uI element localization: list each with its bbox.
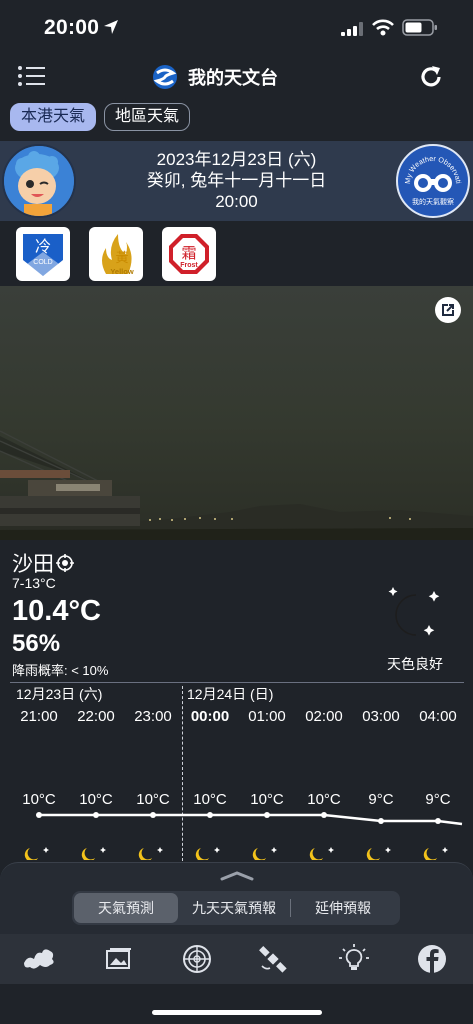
temperature-point bbox=[93, 812, 99, 818]
mascot-avatar[interactable] bbox=[2, 144, 76, 218]
menu-list-icon[interactable] bbox=[17, 64, 47, 88]
hour-moon-icon bbox=[423, 847, 448, 860]
hour-label: 04:00 bbox=[419, 708, 457, 725]
tab-hk-weather[interactable]: 本港天氣 bbox=[10, 103, 97, 131]
temperature-point bbox=[378, 818, 384, 824]
warning-signals: 冷 COLD 黃 Yellow 霜 Frost bbox=[16, 227, 216, 281]
tab-weather-forecast[interactable]: 天氣預測 bbox=[74, 893, 178, 923]
images-icon[interactable] bbox=[102, 942, 136, 976]
hour-label: 22:00 bbox=[77, 708, 115, 725]
radar-icon[interactable] bbox=[180, 942, 214, 976]
hour-label: 00:00 bbox=[190, 708, 230, 725]
frost-warning-icon[interactable]: 霜 Frost bbox=[162, 227, 216, 281]
hourly-divider bbox=[10, 682, 464, 683]
share-icon bbox=[442, 304, 454, 316]
top-bar: 我的天文台 bbox=[0, 56, 473, 98]
app-title: 我的天文台 bbox=[188, 68, 278, 88]
app-title-group: 我的天文台 bbox=[152, 62, 278, 92]
weather-camera-image[interactable] bbox=[0, 286, 473, 540]
temperature-point bbox=[36, 812, 42, 818]
forecast-sheet[interactable]: 天氣預測 九天天氣預報 延伸預報 bbox=[0, 862, 473, 934]
tab-nine-day-forecast[interactable]: 九天天氣預報 bbox=[178, 893, 290, 923]
battery-icon bbox=[402, 19, 437, 36]
chevron-up-icon[interactable] bbox=[220, 871, 254, 881]
midnight-line bbox=[182, 686, 183, 861]
harbour-scene bbox=[0, 430, 473, 540]
bottom-navigation bbox=[0, 934, 473, 984]
hko-logo-icon bbox=[153, 65, 177, 89]
svg-text:Yellow: Yellow bbox=[110, 267, 134, 276]
day-label-today: 12月23日 (六) bbox=[16, 686, 103, 702]
temperature-point bbox=[321, 812, 327, 818]
refresh-icon[interactable] bbox=[417, 63, 445, 91]
temperature-point bbox=[435, 818, 441, 824]
temperature-point bbox=[150, 812, 156, 818]
temperature-line-chart bbox=[36, 812, 463, 826]
tab-district-weather[interactable]: 地區天氣 bbox=[104, 103, 191, 131]
home-indicator bbox=[152, 1010, 322, 1015]
current-humidity: 56% bbox=[12, 630, 61, 657]
temperature-range: 7-13°C bbox=[12, 575, 56, 591]
svg-text:我的天氣觀察: 我的天氣觀察 bbox=[412, 197, 454, 206]
share-button[interactable] bbox=[435, 297, 461, 323]
temperature-point bbox=[207, 812, 213, 818]
forecast-segmented-control: 天氣預測 九天天氣預報 延伸預報 bbox=[72, 891, 400, 925]
cold-warning-icon[interactable]: 冷 COLD bbox=[16, 227, 70, 281]
temperature-line bbox=[39, 813, 463, 826]
current-temperature: 10.4°C bbox=[12, 595, 101, 627]
hour-moon-icon bbox=[252, 847, 277, 860]
svg-text:COLD: COLD bbox=[33, 259, 52, 266]
svg-text:冷: 冷 bbox=[35, 237, 51, 256]
hour-moon-icon bbox=[309, 847, 334, 860]
status-bar: 20:00 bbox=[0, 0, 473, 54]
hour-moon-icon bbox=[195, 847, 220, 860]
satellite-icon[interactable] bbox=[256, 942, 290, 976]
facebook-icon[interactable] bbox=[415, 942, 449, 976]
date-band: 2023年12月23日 (六) 癸卯, 兔年十一月十一日 20:00 My We… bbox=[0, 139, 473, 221]
rain-probability: 降雨概率: < 10% bbox=[12, 663, 109, 678]
hour-label: 01:00 bbox=[248, 708, 286, 725]
station-name: 沙田 bbox=[12, 553, 54, 576]
hourly-forecast[interactable]: 12月23日 (六) 12月24日 (日) 21:00 22:00 23:00 … bbox=[0, 680, 473, 861]
day-label-tomorrow: 12月24日 (日) bbox=[187, 686, 274, 702]
fine-night-moon-icon bbox=[388, 587, 440, 636]
mascot-icon bbox=[4, 146, 74, 216]
temperature-point bbox=[264, 812, 270, 818]
svg-text:霜: 霜 bbox=[181, 244, 196, 262]
hour-moon-icon bbox=[24, 847, 49, 860]
current-weather: 沙田 7-13°C 10.4°C 56% 降雨概率: < 10% 天色良好 bbox=[0, 540, 473, 680]
binoculars-icon: My Weather Observation 我的天氣觀察 bbox=[396, 139, 463, 206]
svg-text:黃: 黃 bbox=[115, 251, 128, 266]
hour-moon-icon bbox=[366, 847, 391, 860]
locate-crosshair-icon bbox=[56, 554, 74, 572]
svg-text:Frost: Frost bbox=[180, 262, 198, 269]
tab-extended-forecast[interactable]: 延伸預報 bbox=[291, 893, 395, 923]
sky-condition: 天色良好 bbox=[387, 656, 443, 672]
region-tabs: 本港天氣 地區天氣 bbox=[10, 103, 191, 131]
hour-moon-icon bbox=[81, 847, 106, 860]
location-arrow-icon bbox=[104, 20, 118, 34]
hour-label: 03:00 bbox=[362, 708, 400, 725]
weather-map-icon[interactable] bbox=[22, 942, 56, 976]
hour-moon-icon bbox=[138, 847, 163, 860]
yellow-fire-danger-icon[interactable]: 黃 Yellow bbox=[89, 227, 143, 281]
hour-label: 21:00 bbox=[20, 708, 58, 725]
hour-label: 02:00 bbox=[305, 708, 343, 725]
tips-lightbulb-icon[interactable] bbox=[337, 942, 371, 976]
wifi-icon bbox=[372, 19, 394, 36]
my-weather-observation-badge[interactable]: My Weather Observation 我的天氣觀察 bbox=[396, 139, 470, 218]
status-time: 20:00 bbox=[44, 16, 100, 39]
station-selector[interactable]: 沙田 bbox=[12, 548, 74, 578]
hour-label: 23:00 bbox=[134, 708, 172, 725]
cellular-signal-icon bbox=[341, 22, 363, 36]
